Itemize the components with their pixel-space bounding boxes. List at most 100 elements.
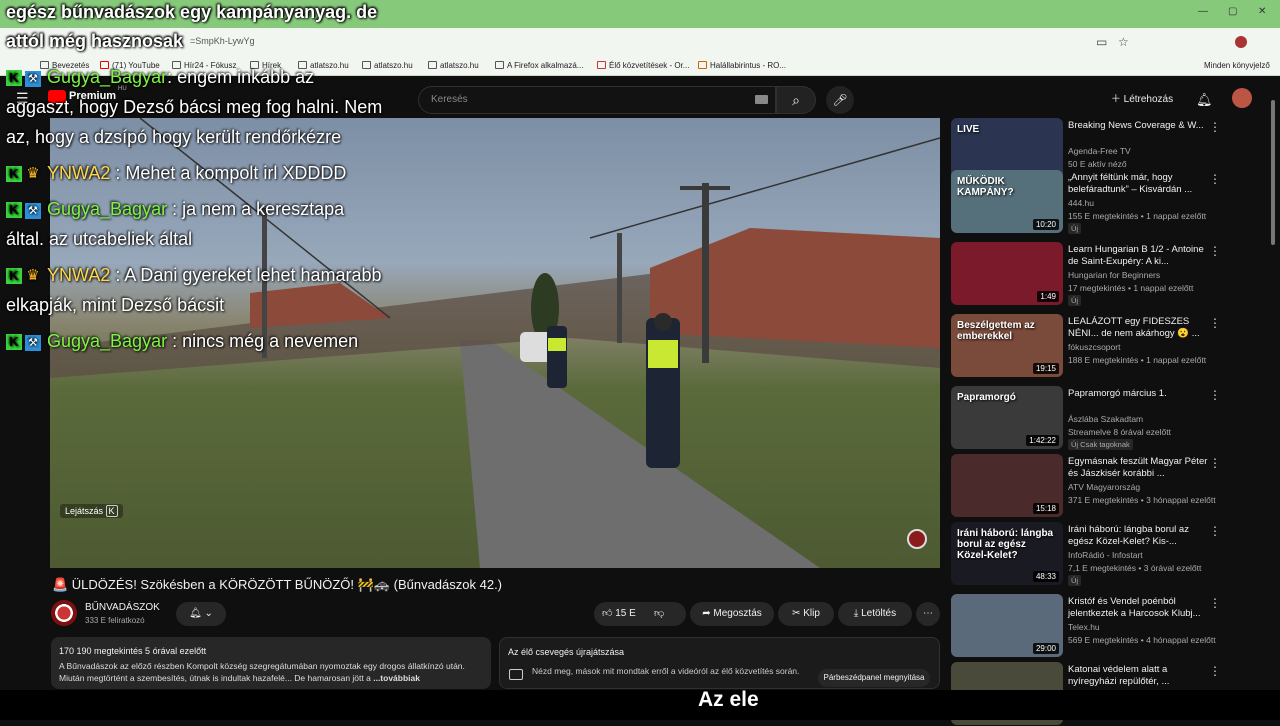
duration-badge: 48:33	[1032, 571, 1059, 582]
duration-badge: 1:42:22	[1026, 435, 1059, 446]
more-actions-button[interactable]: ⋯	[916, 602, 940, 626]
more-vertical-icon[interactable]: ⋮	[1209, 456, 1221, 470]
like-button[interactable]: 👍︎ 15 E 👎︎	[594, 602, 686, 626]
recommended-video[interactable]: Beszélgettem az emberekkel 19:15 LEALÁZOTT…	[951, 314, 1271, 378]
kick-badge-icon: K	[6, 268, 22, 284]
channel-watermark[interactable]	[907, 529, 927, 549]
video-title[interactable]: Papramorgó március 1.	[1068, 388, 1208, 400]
video-thumbnail[interactable]: Iráni háború: lángba borul az egész Köze…	[951, 522, 1063, 585]
minimize-icon[interactable]: —	[1198, 6, 1208, 17]
bookmark-item[interactable]: Halállabirintus - RO...	[698, 61, 786, 70]
video-stats: 50 E aktív néző	[1068, 159, 1127, 169]
recommended-video[interactable]: 29:00 Kristóf és Vendel poénból jelentkez…	[951, 594, 1271, 658]
video-thumbnail[interactable]: Beszélgettem az emberekkel 19:15	[951, 314, 1063, 377]
thumbs-up-icon: 👍︎	[602, 608, 616, 619]
bookmark-item[interactable]: A Firefox alkalmazá...	[495, 61, 583, 70]
more-vertical-icon[interactable]: ⋮	[1209, 120, 1221, 134]
create-button[interactable]: ＋ Létrehozás	[1100, 88, 1184, 112]
kick-badge-icon: K	[6, 334, 22, 350]
video-thumbnail[interactable]: MŰKÖDIK KAMPÁNY? 10:20	[951, 170, 1063, 233]
video-title[interactable]: LEALÁZOTT egy FIDESZES NÉNI... de nem ak…	[1068, 316, 1208, 340]
kick-badge-icon: K	[6, 70, 22, 86]
scrollbar-thumb[interactable]	[1271, 100, 1275, 245]
video-thumbnail[interactable]: Papramorgó 1:42:22	[951, 386, 1063, 449]
search-button[interactable]: ⌕	[776, 86, 816, 114]
duration-badge: 15:18	[1032, 503, 1059, 514]
video-thumbnail[interactable]: 15:18	[951, 454, 1063, 517]
more-vertical-icon[interactable]: ⋮	[1209, 596, 1221, 610]
video-title[interactable]: Learn Hungarian B 1/2 - Antoine de Saint…	[1068, 244, 1208, 268]
video-stats: 188 E megtekintés • 1 nappal ezelőtt	[1068, 355, 1207, 365]
kick-badge-icon: K	[6, 166, 22, 182]
chat-replay-title: Az élő csevegés újrajátszása	[508, 647, 625, 657]
channel-avatar[interactable]	[51, 600, 77, 626]
video-title[interactable]: Katonai védelem alatt a nyíregyházi repü…	[1068, 664, 1208, 688]
voice-search-button[interactable]: 🎤︎	[826, 86, 854, 114]
chat-username: YNWA2	[47, 163, 111, 183]
video-title[interactable]: Kristóf és Vendel poénból jelentkeztek a…	[1068, 596, 1208, 620]
recommended-video[interactable]: Papramorgó 1:42:22 Papramorgó március 1. Ás…	[951, 386, 1271, 450]
keyboard-icon[interactable]	[755, 95, 768, 104]
notifications-icon[interactable]: 🔔︎	[1196, 92, 1213, 108]
crown-badge-icon: ♛	[26, 267, 40, 284]
channel-name[interactable]: BŰNVADÁSZOK	[85, 602, 160, 613]
video-title[interactable]: Breaking News Coverage & W...	[1068, 120, 1208, 132]
video-title[interactable]: Iráni háború: lángba borul az egész Köze…	[1068, 524, 1208, 548]
video-title[interactable]: „Annyit féltünk már, hogy belefáradtunk”…	[1068, 172, 1208, 196]
plus-icon: ＋	[1110, 94, 1124, 105]
recommended-video[interactable]: Iráni háború: lángba borul az egész Köze…	[951, 522, 1271, 586]
recommended-video[interactable]: MŰKÖDIK KAMPÁNY? 10:20 „Annyit féltünk már…	[951, 170, 1271, 234]
caption-line: attól még hasznosak	[6, 31, 184, 51]
hammer-badge-icon: ⚒	[25, 203, 41, 219]
channel-name[interactable]: InfoRádió - Infostart	[1068, 550, 1143, 560]
other-bookmarks[interactable]: Minden könyvjelző	[1204, 61, 1270, 70]
chat-message: K ♛ YNWA2 : A Dani gyereket lehet hamarabb	[6, 265, 382, 286]
address-bar[interactable]: =SmpKh-LywYg ▭ ☆	[0, 28, 1280, 56]
show-more-link[interactable]: ...továbbiak	[373, 673, 420, 683]
video-title[interactable]: Egymásnak feszült Magyar Péter és Jászki…	[1068, 456, 1208, 480]
recommended-video[interactable]: 1:49 Learn Hungarian B 1/2 - Antoine de S…	[951, 242, 1271, 306]
recommended-video[interactable]: 15:18 Egymásnak feszült Magyar Péter és J…	[951, 454, 1271, 518]
chat-message-continued: által. az utcabeliek által	[6, 229, 193, 249]
close-icon[interactable]: ✕	[1258, 6, 1266, 17]
chat-message-continued: aggaszt, hogy Dezső bácsi meg fog halni.…	[6, 97, 383, 117]
channel-name[interactable]: fókuszcsoport	[1068, 342, 1120, 352]
profile-avatar[interactable]	[1235, 36, 1247, 48]
mic-icon: 🎤︎	[832, 93, 848, 107]
notification-bell-button[interactable]: 🔔︎ ⌄	[176, 602, 226, 626]
channel-name[interactable]: ATV Magyarország	[1068, 482, 1140, 492]
new-badge: Új	[1068, 295, 1082, 306]
channel-name[interactable]: Agenda-Free TV	[1068, 146, 1131, 156]
thumbs-down-icon[interactable]: 👎︎	[654, 602, 664, 626]
channel-name[interactable]: Telex.hu	[1068, 622, 1100, 632]
share-button[interactable]: ➦ Megosztás	[690, 602, 774, 626]
hammer-badge-icon: ⚒	[25, 335, 41, 351]
thumbnail-text: MŰKÖDIK KAMPÁNY?	[957, 176, 1014, 198]
bookmark-item[interactable]: atlatszo.hu	[362, 61, 413, 70]
more-vertical-icon[interactable]: ⋮	[1209, 316, 1221, 330]
open-chat-button[interactable]: Párbeszédpanel megnyitása	[818, 669, 930, 687]
channel-name[interactable]: Ászlába Szakadtam	[1068, 414, 1143, 424]
chat-username: Gugya_Bagyar	[47, 199, 168, 219]
bookmark-item[interactable]: Élő közvetítések - Or...	[597, 61, 689, 70]
download-button[interactable]: ⤓ Letöltés	[838, 602, 912, 626]
channel-name[interactable]: 444.hu	[1068, 198, 1094, 208]
account-avatar[interactable]	[1232, 88, 1252, 108]
bookmark-item[interactable]: atlatszo.hu	[428, 61, 479, 70]
clip-button[interactable]: ✂ Klip	[778, 602, 834, 626]
more-vertical-icon[interactable]: ⋮	[1209, 244, 1221, 258]
thumbnail-text: Papramorgó	[957, 392, 1016, 403]
reader-icon[interactable]: ▭	[1096, 35, 1107, 49]
bookmark-star-icon[interactable]: ☆	[1118, 35, 1129, 49]
more-vertical-icon[interactable]: ⋮	[1209, 664, 1221, 678]
more-vertical-icon[interactable]: ⋮	[1209, 172, 1221, 186]
more-vertical-icon[interactable]: ⋮	[1209, 524, 1221, 538]
download-icon: ⤓	[853, 608, 862, 619]
video-thumbnail[interactable]: 29:00	[951, 594, 1063, 657]
description-box[interactable]: 170 190 megtekintés 5 órával ezelőtt A B…	[51, 637, 491, 689]
more-vertical-icon[interactable]: ⋮	[1209, 388, 1221, 402]
maximize-icon[interactable]: ▢	[1228, 6, 1237, 17]
video-thumbnail[interactable]: 1:49	[951, 242, 1063, 305]
search-input[interactable]: Keresés	[418, 86, 776, 114]
channel-name[interactable]: Hungarian for Beginners	[1068, 270, 1160, 280]
